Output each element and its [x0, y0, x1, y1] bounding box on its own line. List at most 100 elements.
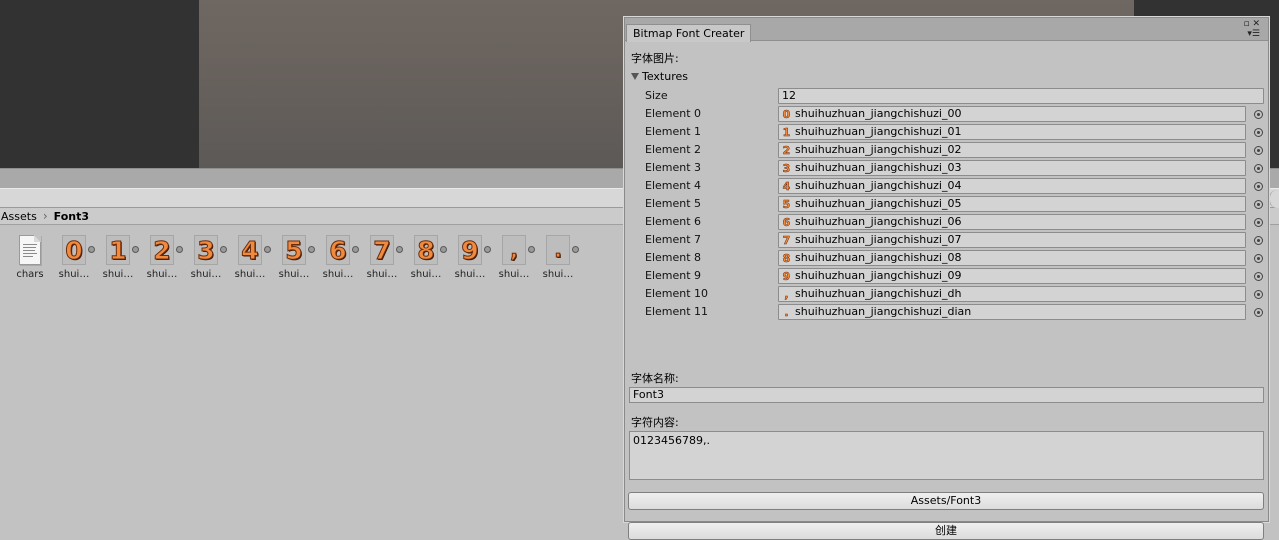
element-object-field[interactable]: 2 shuihuzhuan_jiangchishuzi_02 [778, 142, 1246, 158]
expand-sprite-icon[interactable] [88, 246, 95, 253]
glyph-box: 3 [194, 235, 218, 265]
window-tab[interactable]: Bitmap Font Creater [626, 24, 752, 42]
element-value: shuihuzhuan_jiangchishuzi_02 [795, 143, 962, 156]
element-row: Element 7 7 shuihuzhuan_jiangchishuzi_07 [625, 231, 1268, 249]
element-value: shuihuzhuan_jiangchishuzi_06 [795, 215, 962, 228]
glyph-image: , [510, 238, 519, 262]
element-value: shuihuzhuan_jiangchishuzi_09 [795, 269, 962, 282]
asset-sprite[interactable]: 2 shui… [140, 234, 184, 280]
element-object-field[interactable]: 7 shuihuzhuan_jiangchishuzi_07 [778, 232, 1246, 248]
window-header: Bitmap Font Creater ▫ ✕ ▾☰ [625, 18, 1268, 42]
sprite-icon-glyph: 6 [782, 215, 791, 229]
asset-sprite[interactable]: 4 shui… [228, 234, 272, 280]
asset-sprite[interactable]: 6 shui… [316, 234, 360, 280]
path-button[interactable]: Assets/Font3 [628, 492, 1264, 510]
element-object-field[interactable]: 1 shuihuzhuan_jiangchishuzi_01 [778, 124, 1246, 140]
glyph-image: 1 [109, 235, 127, 265]
element-object-field[interactable]: 0 shuihuzhuan_jiangchishuzi_00 [778, 106, 1246, 122]
element-object-field[interactable]: 6 shuihuzhuan_jiangchishuzi_06 [778, 214, 1246, 230]
sprite-icon: 1 [781, 126, 792, 138]
expand-sprite-icon[interactable] [352, 246, 359, 253]
element-object-field[interactable]: 9 shuihuzhuan_jiangchishuzi_09 [778, 268, 1246, 284]
sprite-icon: 5 [781, 198, 792, 210]
object-picker-icon[interactable] [1254, 110, 1263, 119]
font-name-field[interactable]: Font3 [629, 387, 1264, 403]
element-row: Element 0 0 shuihuzhuan_jiangchishuzi_00 [625, 105, 1268, 123]
sprite-icon-glyph: 8 [782, 251, 791, 265]
maximize-icon[interactable]: ▫ [1243, 19, 1249, 29]
asset-sprite[interactable]: . shui… [536, 234, 580, 280]
element-object-field[interactable]: 4 shuihuzhuan_jiangchishuzi_04 [778, 178, 1246, 194]
asset-grid: chars 0 shui… 1 shui… 2 shui… 3 shui… 4 shui… 5 shui… [8, 234, 580, 280]
asset-label: shui… [410, 269, 442, 280]
expand-sprite-icon[interactable] [132, 246, 139, 253]
asset-label: shui… [146, 269, 178, 280]
asset-sprite[interactable]: , shui… [492, 234, 536, 280]
search-field-edge[interactable] [1269, 190, 1279, 208]
element-object-field[interactable]: 5 shuihuzhuan_jiangchishuzi_05 [778, 196, 1246, 212]
object-picker-icon[interactable] [1254, 308, 1263, 317]
breadcrumb-current[interactable]: Font3 [54, 210, 89, 223]
object-picker-icon[interactable] [1254, 182, 1263, 191]
object-picker-icon[interactable] [1254, 218, 1263, 227]
expand-sprite-icon[interactable] [220, 246, 227, 253]
close-icon[interactable]: ✕ [1252, 19, 1260, 29]
asset-sprite[interactable]: 1 shui… [96, 234, 140, 280]
object-picker-icon[interactable] [1254, 164, 1263, 173]
element-value: shuihuzhuan_jiangchishuzi_dh [795, 287, 962, 300]
asset-sprite[interactable]: 0 shui… [52, 234, 96, 280]
asset-sprite[interactable]: 7 shui… [360, 234, 404, 280]
window-menu-icon[interactable]: ▾☰ [1243, 29, 1260, 39]
expand-sprite-icon[interactable] [264, 246, 271, 253]
asset-sprite[interactable]: 5 shui… [272, 234, 316, 280]
element-object-field[interactable]: 3 shuihuzhuan_jiangchishuzi_03 [778, 160, 1246, 176]
object-picker-icon[interactable] [1254, 272, 1263, 281]
object-picker-icon[interactable] [1254, 290, 1263, 299]
asset-sprite[interactable]: 8 shui… [404, 234, 448, 280]
expand-sprite-icon[interactable] [572, 246, 579, 253]
element-row: Element 8 8 shuihuzhuan_jiangchishuzi_08 [625, 249, 1268, 267]
glyph-box: , [502, 235, 526, 265]
sprite-icon: 7 [781, 234, 792, 246]
element-row: Element 5 5 shuihuzhuan_jiangchishuzi_05 [625, 195, 1268, 213]
sprite-icon: 3 [781, 162, 792, 174]
breadcrumb-assets[interactable]: Assets [1, 210, 37, 223]
object-picker-icon[interactable] [1254, 236, 1263, 245]
asset-sprite[interactable]: 9 shui… [448, 234, 492, 280]
sprite-icon: 8 [781, 252, 792, 264]
size-field[interactable]: 12 [778, 88, 1264, 104]
glyph-box: 9 [458, 235, 482, 265]
element-row: Element 1 1 shuihuzhuan_jiangchishuzi_01 [625, 123, 1268, 141]
document-line [23, 253, 37, 254]
asset-sprite[interactable]: 3 shui… [184, 234, 228, 280]
element-value: shuihuzhuan_jiangchishuzi_01 [795, 125, 962, 138]
element-label: Element 4 [645, 179, 702, 192]
asset-label: chars [16, 269, 44, 280]
sprite-thumbnail: , [501, 234, 535, 266]
sprite-thumbnail: 5 [281, 234, 315, 266]
glyph-image: . [554, 238, 563, 262]
chars-textarea[interactable]: 0123456789,. [629, 431, 1264, 480]
glyph-box: 6 [326, 235, 350, 265]
expand-sprite-icon[interactable] [484, 246, 491, 253]
object-picker-icon[interactable] [1254, 146, 1263, 155]
textures-foldout[interactable]: Textures [631, 70, 688, 83]
object-picker-icon[interactable] [1254, 128, 1263, 137]
asset-text-file[interactable]: chars [8, 234, 52, 280]
expand-sprite-icon[interactable] [176, 246, 183, 253]
object-picker-icon[interactable] [1254, 200, 1263, 209]
expand-sprite-icon[interactable] [440, 246, 447, 253]
expand-sprite-icon[interactable] [308, 246, 315, 253]
create-button[interactable]: 创建 [628, 522, 1264, 540]
sprite-icon-glyph: 2 [782, 143, 791, 157]
expand-sprite-icon[interactable] [396, 246, 403, 253]
element-object-field[interactable]: , shuihuzhuan_jiangchishuzi_dh [778, 286, 1246, 302]
glyph-image: 8 [417, 235, 435, 265]
sprite-thumbnail: 3 [193, 234, 227, 266]
object-picker-icon[interactable] [1254, 254, 1263, 263]
element-object-field[interactable]: . shuihuzhuan_jiangchishuzi_dian [778, 304, 1246, 320]
glyph-image: 0 [65, 235, 83, 265]
sprite-icon-glyph: 0 [782, 107, 791, 121]
expand-sprite-icon[interactable] [528, 246, 535, 253]
element-object-field[interactable]: 8 shuihuzhuan_jiangchishuzi_08 [778, 250, 1246, 266]
